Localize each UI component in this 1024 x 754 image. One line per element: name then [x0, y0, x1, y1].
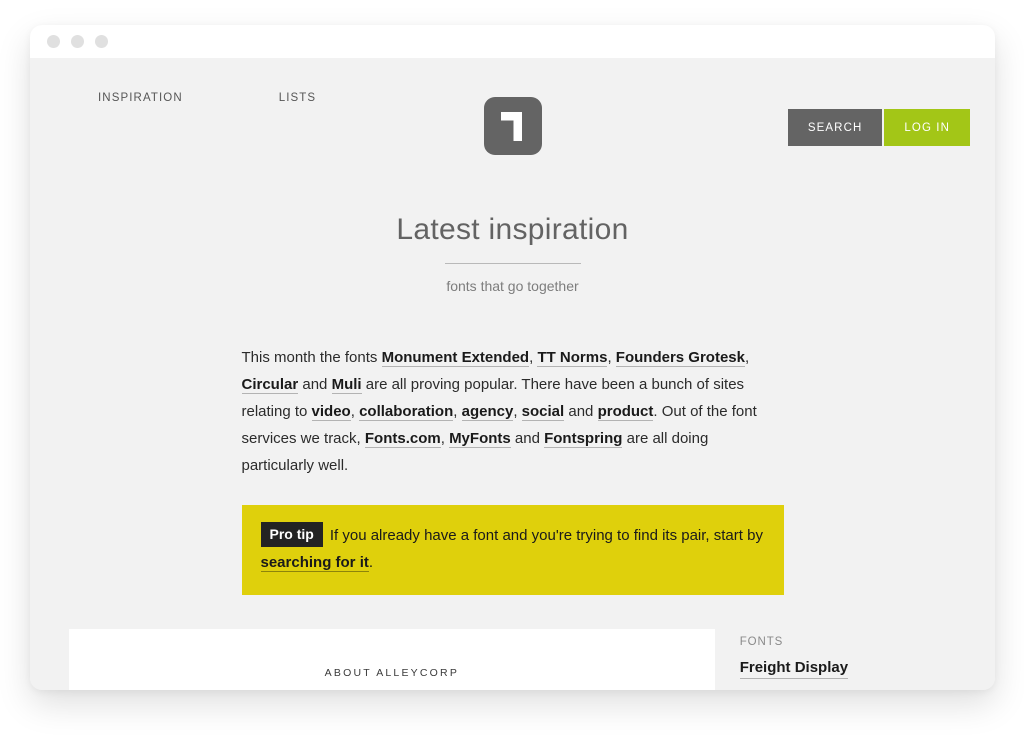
logo-one-icon — [500, 112, 522, 141]
tag-link-product[interactable]: product — [597, 403, 654, 421]
maximize-dot[interactable] — [95, 35, 108, 48]
site-logo[interactable] — [483, 97, 542, 155]
intro-paragraph: This month the fonts Monument Extended, … — [241, 344, 784, 479]
intro-text: , — [440, 430, 450, 447]
intro-text: , — [513, 403, 522, 420]
fonts-label: FONTS — [739, 636, 784, 648]
tag-link-agency[interactable]: agency — [461, 403, 514, 421]
pro-tip-box: Pro tip If you already have a font and yo… — [241, 505, 784, 595]
pro-tip-text: If you already have a font and you're tr… — [329, 527, 763, 544]
result-card[interactable]: ABOUT ALLEYCORP We found and invest in t… — [69, 629, 715, 690]
header-actions: SEARCH LOG IN — [787, 109, 970, 146]
result-meta-sidebar: FONTS Freight Display Futura PT TAGS bus… — [739, 629, 970, 690]
intro-text: and — [298, 376, 332, 393]
nav-item-lists[interactable]: LISTS — [279, 92, 316, 104]
hero-block: Latest inspiration fonts that go togethe… — [30, 213, 995, 294]
close-dot[interactable] — [47, 35, 60, 48]
primary-nav: INSPIRATION LISTS — [98, 92, 316, 104]
search-button[interactable]: SEARCH — [787, 109, 883, 146]
tag-link-collaboration[interactable]: collaboration — [359, 403, 454, 421]
title-divider — [444, 263, 581, 264]
service-link-myfonts[interactable]: MyFonts — [449, 430, 511, 448]
font-link-muli[interactable]: Muli — [331, 376, 362, 394]
service-link-fonts-com[interactable]: Fonts.com — [364, 430, 441, 448]
login-button[interactable]: LOG IN — [884, 109, 970, 146]
browser-window: INSPIRATION LISTS SEARCH LOG IN Latest i… — [30, 25, 995, 690]
page-subtitle: fonts that go together — [446, 278, 579, 294]
results-row: ABOUT ALLEYCORP We found and invest in t… — [30, 629, 995, 690]
browser-titlebar — [30, 25, 995, 58]
intro-text: , — [453, 403, 462, 420]
font-link-monument-extended[interactable]: Monument Extended — [381, 349, 530, 367]
intro-text: , — [607, 349, 616, 366]
page-title: Latest inspiration — [396, 213, 629, 246]
nav-item-inspiration[interactable]: INSPIRATION — [98, 92, 183, 104]
intro-text: This month the fonts — [241, 349, 382, 366]
font-link-founders-grotesk[interactable]: Founders Grotesk — [615, 349, 745, 367]
tag-link-social[interactable]: social — [521, 403, 565, 421]
result-font-freight-display[interactable]: Freight Display — [739, 659, 849, 679]
intro-text: , — [350, 403, 360, 420]
service-link-fontspring[interactable]: Fontspring — [544, 430, 623, 448]
result-kicker: ABOUT ALLEYCORP — [324, 667, 460, 679]
intro-text: and — [564, 403, 598, 420]
pro-tip-search-link[interactable]: searching for it — [260, 554, 369, 572]
pro-tip-text-end: . — [368, 554, 374, 571]
pro-tip-badge: Pro tip — [260, 522, 323, 547]
site-header: INSPIRATION LISTS SEARCH LOG IN — [30, 58, 995, 158]
intro-text: , — [745, 349, 750, 366]
page-viewport: INSPIRATION LISTS SEARCH LOG IN Latest i… — [30, 58, 995, 690]
minimize-dot[interactable] — [71, 35, 84, 48]
tag-link-video[interactable]: video — [311, 403, 351, 421]
font-link-tt-norms[interactable]: TT Norms — [537, 349, 608, 367]
font-link-circular[interactable]: Circular — [241, 376, 299, 394]
intro-text: and — [510, 430, 545, 447]
